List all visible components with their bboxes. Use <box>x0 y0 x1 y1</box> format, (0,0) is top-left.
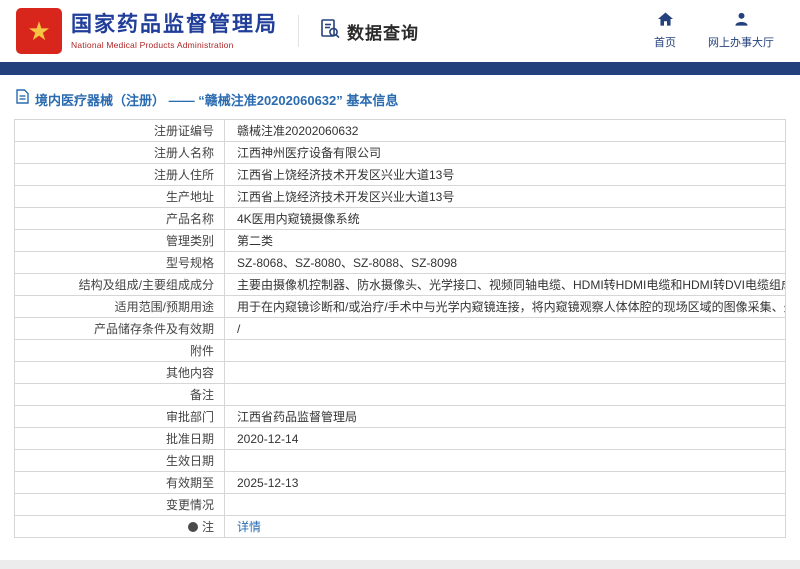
row-label: 型号规格 <box>14 251 225 274</box>
row-label: 产品名称 <box>14 207 225 230</box>
row-value: 2020-12-14 <box>224 427 786 450</box>
row-label: 注 <box>14 515 225 538</box>
national-emblem-logo: ★ <box>16 8 62 54</box>
table-row: 管理类别 第二类 <box>14 229 786 252</box>
row-value: 2025-12-13 <box>224 471 786 494</box>
table-row: 注详情 <box>14 515 786 538</box>
row-value: 详情 <box>224 515 786 538</box>
table-row: 产品储存条件及有效期 / <box>14 317 786 340</box>
row-value <box>224 339 786 362</box>
row-label: 生效日期 <box>14 449 225 472</box>
breadcrumb: 境内医疗器械（注册） —— “赣械注准20202060632” 基本信息 <box>16 89 786 109</box>
row-label: 生产地址 <box>14 185 225 208</box>
row-label: 有效期至 <box>14 471 225 494</box>
table-row: 其他内容 <box>14 361 786 384</box>
row-value: 第二类 <box>224 229 786 252</box>
table-row: 生产地址 江西省上饶经济技术开发区兴业大道13号 <box>14 185 786 208</box>
row-value: / <box>224 317 786 340</box>
org-name-en: National Medical Products Administration <box>71 39 234 50</box>
table-row: 注册人住所 江西省上饶经济技术开发区兴业大道13号 <box>14 163 786 186</box>
row-label: 结构及组成/主要组成成分 <box>14 273 225 296</box>
table-row: 适用范围/预期用途 用于在内窥镜诊断和/或治疗/手术中与光学内窥镜连接，将内窥镜观… <box>14 295 786 318</box>
row-value: 赣械注准20202060632 <box>224 119 786 142</box>
table-row: 批准日期 2020-12-14 <box>14 427 786 450</box>
row-value: 江西神州医疗设备有限公司 <box>224 141 786 164</box>
row-value <box>224 383 786 406</box>
brand: ★ 国家药品监督管理局 National Medical Products Ad… <box>16 8 278 54</box>
row-value: 江西省上饶经济技术开发区兴业大道13号 <box>224 163 786 186</box>
table-row: 生效日期 <box>14 449 786 472</box>
row-label: 其他内容 <box>14 361 225 384</box>
data-query-title: 数据查询 <box>347 23 419 43</box>
row-label: 备注 <box>14 383 225 406</box>
row-label: 注册人名称 <box>14 141 225 164</box>
table-row: 有效期至 2025-12-13 <box>14 471 786 494</box>
row-label: 审批部门 <box>14 405 225 428</box>
nav-home[interactable]: 首页 <box>654 12 676 50</box>
row-label: 产品储存条件及有效期 <box>14 317 225 340</box>
table-row: 产品名称 4K医用内窥镜摄像系统 <box>14 207 786 230</box>
top-navigation: 首页 网上办事大厅 <box>654 12 784 50</box>
footer-strip <box>0 560 800 569</box>
table-row: 注册证编号 赣械注准20202060632 <box>14 119 786 142</box>
row-value <box>224 361 786 384</box>
table-row: 附件 <box>14 339 786 362</box>
row-value: 江西省上饶经济技术开发区兴业大道13号 <box>224 185 786 208</box>
nav-service-hall[interactable]: 网上办事大厅 <box>708 12 774 50</box>
registration-info-table: 注册证编号 赣械注准20202060632 注册人名称 江西神州医疗设备有限公司 注册人… <box>14 119 786 538</box>
row-label: 批准日期 <box>14 427 225 450</box>
header-divider <box>298 15 299 47</box>
row-label: 变更情况 <box>14 493 225 516</box>
org-name-cn: 国家药品监督管理局 <box>71 13 278 37</box>
primary-navbar <box>0 62 800 75</box>
nav-home-label: 首页 <box>654 37 676 49</box>
row-value <box>224 493 786 516</box>
person-icon <box>734 12 749 31</box>
row-label: 附件 <box>14 339 225 362</box>
row-value <box>224 449 786 472</box>
table-row: 注册人名称 江西神州医疗设备有限公司 <box>14 141 786 164</box>
main-content: 境内医疗器械（注册） —— “赣械注准20202060632” 基本信息 注册证… <box>0 75 800 560</box>
row-value: SZ-8068、SZ-8080、SZ-8088、SZ-8098 <box>224 251 786 274</box>
site-header: ★ 国家药品监督管理局 National Medical Products Ad… <box>0 0 800 62</box>
row-label: 适用范围/预期用途 <box>14 295 225 318</box>
star-icon: ★ <box>27 16 51 46</box>
page: ★ 国家药品监督管理局 National Medical Products Ad… <box>0 0 800 569</box>
home-icon <box>657 12 673 31</box>
row-label: 注册人住所 <box>14 163 225 186</box>
table-row: 结构及组成/主要组成成分 主要由摄像机控制器、防水摄像头、光学接口、视频同轴电缆、… <box>14 273 786 296</box>
table-row: 变更情况 <box>14 493 786 516</box>
detail-link[interactable]: 详情 <box>237 520 261 534</box>
brand-text: 国家药品监督管理局 National Medical Products Admi… <box>71 12 278 49</box>
row-value: 用于在内窥镜诊断和/或治疗/手术中与光学内窥镜连接，将内窥镜观察人体体腔的现场区… <box>224 295 786 318</box>
document-icon <box>16 89 29 109</box>
row-value: 主要由摄像机控制器、防水摄像头、光学接口、视频同轴电缆、HDMI转HDMI电缆和… <box>224 273 786 296</box>
data-query-icon <box>319 18 341 45</box>
table-row: 备注 <box>14 383 786 406</box>
row-label: 管理类别 <box>14 229 225 252</box>
table-row: 型号规格 SZ-8068、SZ-8080、SZ-8088、SZ-8098 <box>14 251 786 274</box>
table-row: 审批部门 江西省药品监督管理局 <box>14 405 786 428</box>
row-value: 4K医用内窥镜摄像系统 <box>224 207 786 230</box>
row-value: 江西省药品监督管理局 <box>224 405 786 428</box>
note-icon <box>187 522 198 532</box>
data-query-section: 数据查询 <box>319 18 419 45</box>
breadcrumb-text: 境内医疗器械（注册） —— “赣械注准20202060632” 基本信息 <box>35 92 399 108</box>
nav-service-hall-label: 网上办事大厅 <box>708 37 774 49</box>
row-label: 注册证编号 <box>14 119 225 142</box>
